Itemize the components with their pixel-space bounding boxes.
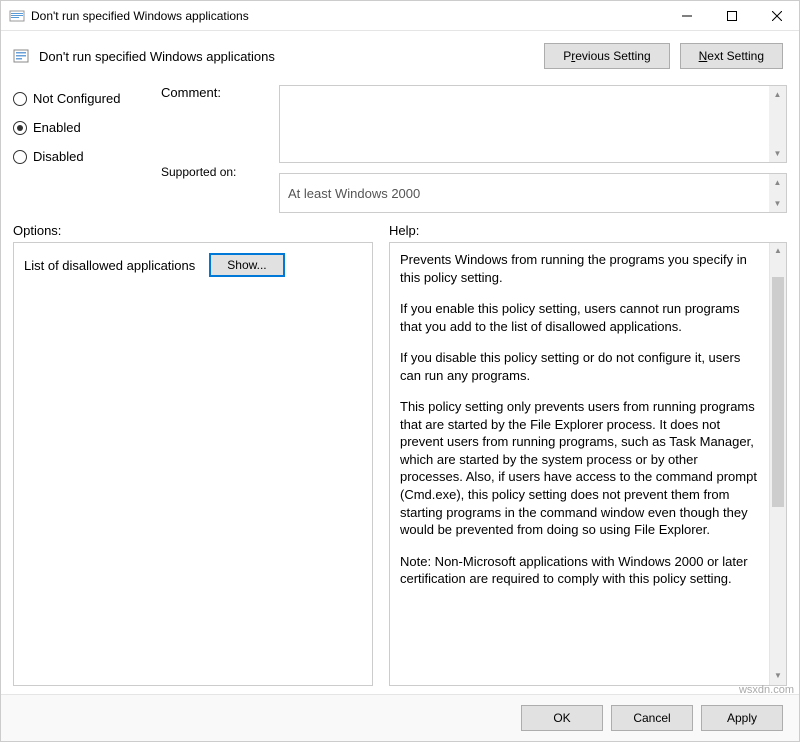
scrollbar[interactable]: ▲ ▼ (769, 86, 786, 162)
apply-button[interactable]: Apply (701, 705, 783, 731)
panels: List of disallowed applications Show... … (1, 242, 799, 694)
scroll-up-icon: ▲ (769, 174, 786, 191)
scroll-thumb[interactable] (772, 277, 784, 507)
help-text: If you disable this policy setting or do… (400, 349, 764, 384)
window-controls (664, 1, 799, 30)
radio-not-configured[interactable]: Not Configured (13, 91, 143, 106)
minimize-button[interactable] (664, 1, 709, 30)
radio-icon (13, 121, 27, 135)
supported-label: Supported on: (161, 165, 261, 179)
supported-on-box: At least Windows 2000 ▲ ▼ (279, 173, 787, 213)
policy-icon (9, 8, 25, 24)
field-labels: Comment: Supported on: (161, 85, 261, 213)
scrollbar[interactable]: ▲ ▼ (769, 243, 786, 685)
help-text: If you enable this policy setting, users… (400, 300, 764, 335)
radio-label: Not Configured (33, 91, 120, 106)
radio-icon (13, 92, 27, 106)
field-values: ▲ ▼ At least Windows 2000 ▲ ▼ (279, 85, 787, 213)
help-text: Prevents Windows from running the progra… (400, 251, 764, 286)
cancel-button[interactable]: Cancel (611, 705, 693, 731)
scrollbar[interactable]: ▲ ▼ (769, 174, 786, 212)
radio-label: Disabled (33, 149, 84, 164)
scroll-down-icon: ▼ (770, 668, 786, 685)
config-area: Not Configured Enabled Disabled Comment:… (1, 77, 799, 217)
radio-label: Enabled (33, 120, 81, 135)
comment-input[interactable]: ▲ ▼ (279, 85, 787, 163)
ok-button[interactable]: OK (521, 705, 603, 731)
window-title: Don't run specified Windows applications (31, 9, 664, 23)
titlebar: Don't run specified Windows applications (1, 1, 799, 31)
show-button[interactable]: Show... (209, 253, 284, 277)
next-setting-button[interactable]: Next Setting (680, 43, 783, 69)
comment-label: Comment: (161, 85, 261, 165)
options-label: Options: (13, 223, 373, 238)
state-radios: Not Configured Enabled Disabled (13, 85, 143, 213)
panel-labels: Options: Help: (1, 217, 799, 242)
help-panel: Prevents Windows from running the progra… (389, 242, 787, 686)
maximize-button[interactable] (709, 1, 754, 30)
scroll-up-icon: ▲ (769, 86, 786, 103)
scroll-down-icon: ▼ (769, 145, 786, 162)
radio-disabled[interactable]: Disabled (13, 149, 143, 164)
help-label: Help: (389, 223, 419, 238)
policy-title: Don't run specified Windows applications (39, 49, 534, 64)
radio-enabled[interactable]: Enabled (13, 120, 143, 135)
close-button[interactable] (754, 1, 799, 30)
help-text: This policy setting only prevents users … (400, 398, 764, 538)
scroll-up-icon: ▲ (770, 243, 786, 260)
radio-icon (13, 150, 27, 164)
options-panel: List of disallowed applications Show... (13, 242, 373, 686)
scroll-down-icon: ▼ (769, 195, 786, 212)
policy-header: Don't run specified Windows applications… (1, 31, 799, 77)
disallowed-apps-row: List of disallowed applications Show... (24, 253, 362, 277)
disallowed-apps-label: List of disallowed applications (24, 258, 195, 273)
supported-value: At least Windows 2000 (288, 186, 420, 201)
watermark: wsxdn.com (739, 684, 794, 696)
policy-header-icon (13, 48, 29, 64)
help-text: Note: Non-Microsoft applications with Wi… (400, 553, 764, 588)
dialog-footer: OK Cancel Apply (1, 694, 799, 741)
previous-setting-button[interactable]: Previous Setting (544, 43, 669, 69)
